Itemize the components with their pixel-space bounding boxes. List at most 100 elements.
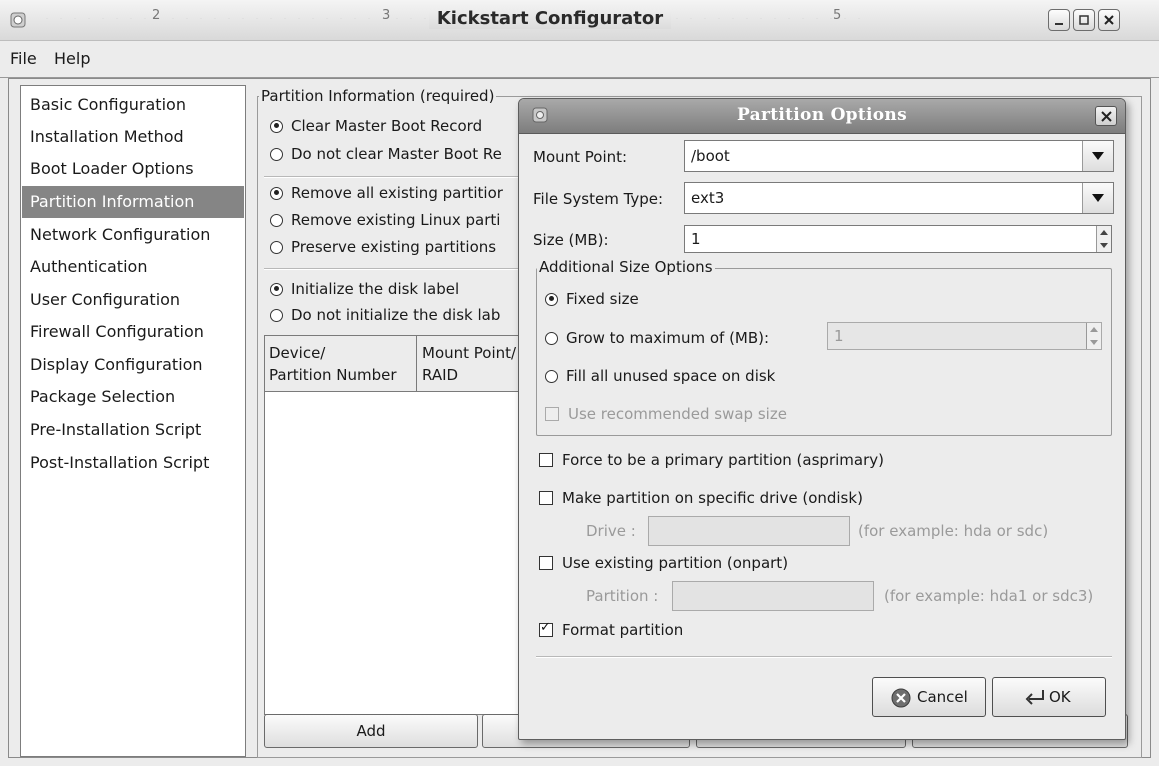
sidebar-item-authentication[interactable]: Authentication bbox=[22, 251, 244, 283]
radio-remove-all-partitions[interactable]: Remove all existing partitior bbox=[270, 184, 503, 202]
fs-type-combo[interactable]: ext3 bbox=[684, 182, 1114, 214]
radio-label: Initialize the disk label bbox=[291, 280, 460, 298]
menu-help[interactable]: Help bbox=[54, 49, 90, 68]
cancel-button[interactable]: Cancel bbox=[872, 677, 986, 717]
radio-dont-clear-mbr[interactable]: Do not clear Master Boot Re bbox=[270, 145, 502, 163]
divider bbox=[264, 176, 524, 178]
radio-indicator bbox=[545, 292, 558, 306]
column-header-device[interactable]: Device/ Partition Number bbox=[269, 342, 397, 386]
radio-indicator bbox=[270, 308, 283, 322]
column-divider bbox=[416, 336, 417, 391]
dropdown-button[interactable] bbox=[1082, 141, 1113, 171]
radio-dont-init-disk-label[interactable]: Do not initialize the disk lab bbox=[270, 306, 500, 324]
button-label: Add bbox=[356, 722, 386, 740]
partition-hint: (for example: hda1 or sdc3) bbox=[884, 587, 1094, 605]
dialog-title: Partition Options bbox=[737, 105, 907, 125]
radio-label: Do not clear Master Boot Re bbox=[291, 145, 502, 163]
window-title: Kickstart Configurator bbox=[428, 8, 672, 29]
radio-indicator bbox=[270, 213, 283, 227]
spin-buttons[interactable] bbox=[1086, 323, 1101, 349]
partition-label: Partition : bbox=[586, 587, 659, 605]
checkbox-indicator bbox=[539, 491, 553, 505]
size-value[interactable]: 1 bbox=[691, 230, 701, 248]
checkbox-indicator bbox=[539, 453, 553, 467]
dialog-titlebar[interactable]: Partition Options bbox=[519, 99, 1125, 134]
radio-label: Do not initialize the disk lab bbox=[291, 306, 501, 324]
partition-info-title: Partition Information (required) bbox=[259, 87, 497, 105]
partition-table[interactable]: Device/ Partition Number Mount Point/ RA… bbox=[264, 335, 554, 715]
radio-indicator bbox=[270, 147, 283, 161]
menu-file[interactable]: File bbox=[10, 49, 37, 68]
radio-clear-mbr[interactable]: Clear Master Boot Record bbox=[270, 117, 482, 135]
checkbox-label: Use recommended swap size bbox=[568, 405, 787, 423]
radio-grow-to-max[interactable]: Grow to maximum of (MB): bbox=[545, 329, 769, 347]
radio-label: Remove all existing partitior bbox=[291, 184, 503, 202]
radio-label: Remove existing Linux parti bbox=[291, 211, 501, 229]
chevron-down-icon bbox=[1092, 152, 1104, 160]
add-partition-button[interactable]: Add bbox=[264, 714, 478, 748]
sidebar-item-pre-installation-script[interactable]: Pre-Installation Script bbox=[22, 414, 244, 446]
radio-preserve-partitions[interactable]: Preserve existing partitions bbox=[270, 238, 496, 256]
minimize-button[interactable] bbox=[1048, 9, 1070, 31]
radio-fixed-size[interactable]: Fixed size bbox=[545, 290, 639, 308]
sidebar-item-basic-configuration[interactable]: Basic Configuration bbox=[22, 89, 244, 121]
partition-input[interactable] bbox=[672, 581, 874, 611]
chevron-down-icon bbox=[1092, 194, 1104, 202]
mount-point-combo[interactable]: /boot bbox=[684, 140, 1114, 172]
mount-point-value[interactable]: /boot bbox=[691, 147, 730, 165]
maximize-button[interactable] bbox=[1073, 9, 1095, 31]
sidebar-item-firewall-configuration[interactable]: Firewall Configuration bbox=[22, 316, 244, 348]
sidebar-item-user-configuration[interactable]: User Configuration bbox=[22, 284, 244, 316]
checkbox-format-partition[interactable]: Format partition bbox=[539, 620, 684, 639]
radio-fill-all-space[interactable]: Fill all unused space on disk bbox=[545, 367, 775, 385]
close-icon bbox=[1104, 15, 1114, 25]
size-spinbutton[interactable]: 1 bbox=[684, 225, 1112, 253]
radio-label: Fixed size bbox=[566, 290, 639, 308]
checkbox-onpart[interactable]: Use existing partition (onpart) bbox=[539, 554, 788, 572]
radio-label: Preserve existing partitions bbox=[291, 238, 497, 256]
sidebar-item-post-installation-script[interactable]: Post-Installation Script bbox=[22, 447, 244, 479]
checkbox-force-primary[interactable]: Force to be a primary partition (asprima… bbox=[539, 451, 884, 469]
dropdown-button[interactable] bbox=[1082, 183, 1113, 213]
divider bbox=[264, 268, 524, 270]
checkbox-label: Force to be a primary partition (asprima… bbox=[562, 451, 884, 469]
radio-indicator bbox=[270, 240, 283, 254]
close-icon bbox=[1101, 111, 1112, 122]
dialog-close-button[interactable] bbox=[1095, 106, 1117, 126]
radio-label: Grow to maximum of (MB): bbox=[566, 329, 770, 347]
enter-icon bbox=[1025, 690, 1044, 705]
radio-label: Clear Master Boot Record bbox=[291, 117, 483, 135]
checkbox-ondisk[interactable]: Make partition on specific drive (ondisk… bbox=[539, 489, 863, 507]
size-label: Size (MB): bbox=[533, 231, 609, 249]
dialog-divider bbox=[536, 656, 1112, 658]
cancel-label: Cancel bbox=[917, 688, 968, 706]
grow-max-spinbutton[interactable]: 1 bbox=[827, 322, 1102, 350]
checkbox-indicator bbox=[545, 407, 559, 421]
radio-remove-linux-partitions[interactable]: Remove existing Linux parti bbox=[270, 211, 500, 229]
minimize-icon bbox=[1055, 23, 1063, 25]
maximize-icon bbox=[1079, 15, 1089, 25]
drive-input[interactable] bbox=[648, 516, 850, 546]
checkbox-label: Format partition bbox=[562, 621, 684, 639]
sidebar-item-display-configuration[interactable]: Display Configuration bbox=[22, 349, 244, 381]
radio-init-disk-label[interactable]: Initialize the disk label bbox=[270, 280, 459, 298]
checkbox-label: Make partition on specific drive (ondisk… bbox=[562, 489, 863, 507]
ok-button[interactable]: OK bbox=[992, 677, 1106, 717]
fs-type-label: File System Type: bbox=[533, 190, 664, 208]
window-titlebar[interactable]: 2 3 5 Kickstart Configurator bbox=[0, 0, 1159, 41]
sidebar-item-installation-method[interactable]: Installation Method bbox=[22, 121, 244, 153]
drive-label: Drive : bbox=[586, 522, 636, 540]
checkbox-recommended-swap[interactable]: Use recommended swap size bbox=[545, 405, 787, 423]
section-list: Basic Configuration Installation Method … bbox=[20, 85, 246, 757]
sidebar-item-package-selection[interactable]: Package Selection bbox=[22, 381, 244, 413]
sidebar-item-boot-loader-options[interactable]: Boot Loader Options bbox=[22, 153, 244, 185]
radio-label: Fill all unused space on disk bbox=[566, 367, 776, 385]
additional-size-options-title: Additional Size Options bbox=[537, 258, 715, 276]
sidebar-item-network-configuration[interactable]: Network Configuration bbox=[22, 219, 244, 251]
column-header-mount-point[interactable]: Mount Point/ RAID bbox=[422, 342, 516, 386]
sidebar-item-partition-information[interactable]: Partition Information bbox=[22, 186, 244, 218]
radio-indicator bbox=[545, 331, 558, 345]
close-button[interactable] bbox=[1098, 9, 1120, 31]
spin-buttons[interactable] bbox=[1096, 226, 1111, 252]
grow-max-value: 1 bbox=[834, 327, 844, 345]
